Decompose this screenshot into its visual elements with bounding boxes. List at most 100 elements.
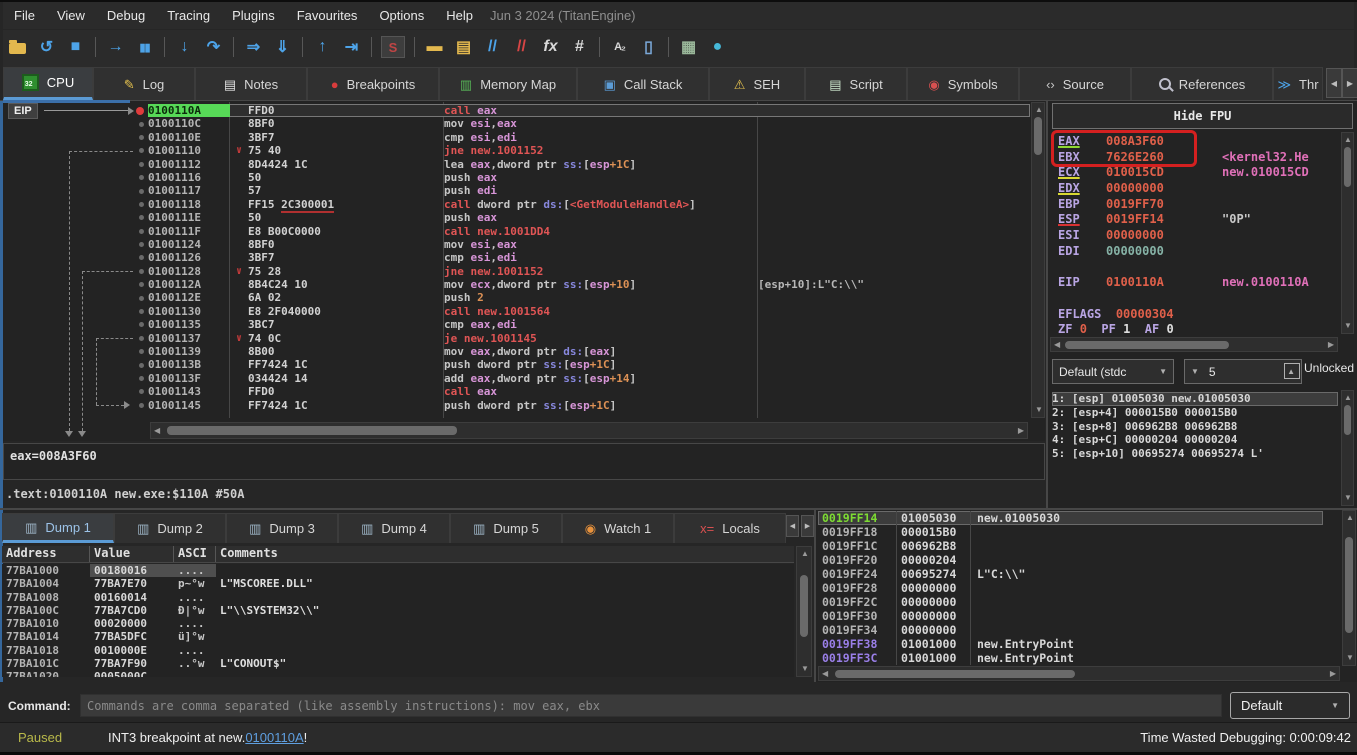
run-icon[interactable]: →	[101, 34, 130, 60]
breakpoint-dot[interactable]	[136, 107, 144, 115]
disasm-row[interactable]: 010011128D4424 1Clea eax,dword ptr ss:[e…	[3, 158, 1030, 171]
instruction-dot[interactable]	[139, 202, 144, 207]
register-row[interactable]: EDI00000000	[1058, 244, 1338, 260]
register-row[interactable]: EFLAGS 00000304	[1058, 307, 1338, 323]
instruction-dot[interactable]	[139, 376, 144, 381]
open-file-icon[interactable]	[3, 34, 32, 60]
tab-dump-3[interactable]: ▥Dump 3	[226, 513, 338, 543]
disasm-row[interactable]: 0100110E3BF7cmp esi,edi	[3, 131, 1030, 144]
menu-favourites[interactable]: Favourites	[286, 2, 369, 29]
restart-icon[interactable]: ↺	[32, 34, 61, 60]
animate-over-icon[interactable]: ⇓	[268, 34, 297, 60]
argument-row[interactable]: 4: [esp+C] 00000204 00000204	[1052, 433, 1338, 447]
stack-vertical-scrollbar[interactable]: ▲ ▼	[1342, 510, 1356, 666]
disasm-row[interactable]: 010011398B00mov eax,dword ptr ds:[eax]	[3, 345, 1030, 358]
column-header-comments[interactable]: Comments	[216, 546, 794, 562]
disasm-row[interactable]: 010011248BF0mov esi,eax	[3, 238, 1030, 251]
tab-dump-5[interactable]: ▥Dump 5	[450, 513, 562, 543]
stack-row[interactable]: 0019FF1C006962B8	[818, 539, 1323, 553]
dump-row[interactable]: 77BA101C77BA7F90..°wL"CONOUT$"	[2, 657, 794, 670]
instruction-dot[interactable]	[139, 122, 144, 127]
register-row[interactable]: ESP0019FF14"0P"	[1058, 212, 1338, 228]
stack-horizontal-scrollbar[interactable]: ◀ ▶	[818, 666, 1340, 681]
argument-row[interactable]: 2: [esp+4] 000015B0 000015B0	[1052, 406, 1338, 420]
instruction-dot[interactable]	[139, 296, 144, 301]
stack-row[interactable]: 0019FF3C01001000new.EntryPoint	[818, 651, 1323, 665]
unlocked-checkbox[interactable]	[1284, 363, 1300, 379]
instruction-dot[interactable]	[139, 309, 144, 314]
run-to-user-code-icon[interactable]: ⇥	[337, 34, 366, 60]
menu-file[interactable]: File	[3, 2, 46, 29]
stack-row[interactable]: 0019FF2000000204	[818, 553, 1323, 567]
disasm-row[interactable]: 0100110C8BF0mov esi,eax	[3, 117, 1030, 130]
tab-symbols[interactable]: ◉Symbols	[907, 67, 1019, 100]
disasm-row[interactable]: 01001118FF15 2C300001call dword ptr ds:[…	[3, 198, 1030, 211]
dump-row[interactable]: 77BA10180010000E....	[2, 644, 794, 657]
dump-vertical-scrollbar[interactable]: ▲ ▼	[796, 546, 812, 677]
tab-references[interactable]: References	[1131, 67, 1273, 100]
stack-row[interactable]: 0019FF2800000000	[818, 581, 1323, 595]
menu-plugins[interactable]: Plugins	[221, 2, 286, 29]
disasm-row[interactable]: 0100111E50push eax	[3, 211, 1030, 224]
instruction-dot[interactable]	[139, 189, 144, 194]
disasm-row[interactable]: 01001128∨75 28jne new.1001152	[3, 265, 1030, 278]
breakpoint-address-link[interactable]: 0100110A	[245, 730, 303, 745]
instruction-dot[interactable]	[139, 135, 144, 140]
column-header-value[interactable]: Value	[90, 546, 174, 562]
dump-row[interactable]: 77BA100477BA7E70p~°wL"MSCOREE.DLL"	[2, 577, 794, 590]
disasm-row[interactable]: 010011263BF7cmp esi,edi	[3, 251, 1030, 264]
disasm-row[interactable]: 0100111757push edi	[3, 184, 1030, 197]
tab-seh[interactable]: ⚠SEH	[709, 67, 805, 100]
menu-debug[interactable]: Debug	[96, 2, 156, 29]
tab-breakpoints[interactable]: ●Breakpoints	[307, 67, 439, 100]
stop-icon[interactable]: ■	[61, 34, 90, 60]
step-into-icon[interactable]: ↓	[170, 34, 199, 60]
menu-tracing[interactable]: Tracing	[156, 2, 221, 29]
disasm-row[interactable]: 0100113F034424 14add eax,dword ptr ss:[e…	[3, 372, 1030, 385]
instruction-dot[interactable]	[139, 389, 144, 394]
dump-row[interactable]: 77BA10200005000C	[2, 670, 794, 677]
command-input[interactable]	[80, 694, 1222, 717]
stack-row[interactable]: 0019FF2400695274L"C:\\"	[818, 567, 1323, 581]
tab-cpu[interactable]: CPU	[3, 67, 93, 100]
instruction-dot[interactable]	[139, 349, 144, 354]
stack-row[interactable]: 0019FF2C00000000	[818, 595, 1323, 609]
bookmarks-icon[interactable]: //	[507, 34, 536, 60]
stack-row[interactable]: 0019FF3801001000new.EntryPoint	[818, 637, 1323, 651]
tab-call-stack[interactable]: ▣Call Stack	[577, 67, 709, 100]
animate-into-icon[interactable]: ⇒	[239, 34, 268, 60]
function-icon[interactable]: fx	[536, 34, 565, 60]
disasm-row[interactable]: 0100112E6A 02push 2	[3, 291, 1030, 304]
tab-dump-1[interactable]: ▥Dump 1	[2, 513, 114, 543]
hide-fpu-button[interactable]: Hide FPU	[1052, 103, 1353, 129]
argument-row[interactable]: 5: [esp+10] 00695274 00695274 L'	[1052, 447, 1338, 461]
disasm-row[interactable]: 0100111FE8 B00C0000call new.1001DD4	[3, 225, 1030, 238]
tab-script[interactable]: ▤Script	[805, 67, 907, 100]
disassembly-vertical-scrollbar[interactable]: ▲ ▼	[1031, 102, 1045, 418]
labels-icon[interactable]: //	[478, 34, 507, 60]
dump-row[interactable]: 77BA100C77BA7CD0Ð|°wL"\\SYSTEM32\\"	[2, 604, 794, 617]
tab-source[interactable]: ‹›Source	[1019, 67, 1131, 100]
instruction-dot[interactable]	[139, 282, 144, 287]
register-row[interactable]: ECX010015CDnew.010015CD	[1058, 165, 1338, 181]
stack-row[interactable]: 0019FF18000015B0	[818, 525, 1323, 539]
register-row[interactable]: ZF 0 PF 1 AF 0	[1058, 322, 1338, 338]
menu-view[interactable]: View	[46, 2, 96, 29]
column-header-address[interactable]: Address	[2, 546, 90, 562]
argument-row[interactable]: 3: [esp+8] 006962B8 006962B8	[1052, 420, 1338, 434]
disasm-row[interactable]: 0100113BFF7424 1Cpush dword ptr ss:[esp+…	[3, 358, 1030, 371]
dump-tab-scroll-right-button[interactable]: ▶	[801, 515, 814, 537]
tab-watch-1[interactable]: ◉Watch 1	[562, 513, 674, 543]
disassembly-horizontal-scrollbar[interactable]: ◀ ▶	[150, 422, 1028, 439]
menu-help[interactable]: Help	[435, 2, 484, 29]
tab-dump-4[interactable]: ▥Dump 4	[338, 513, 450, 543]
instruction-dot[interactable]	[139, 363, 144, 368]
globe-icon[interactable]: ●	[703, 34, 732, 60]
menu-options[interactable]: Options	[368, 2, 435, 29]
disasm-row[interactable]: 01001110∨75 40jne new.1001152	[3, 144, 1030, 157]
register-row[interactable]: EBP0019FF70	[1058, 197, 1338, 213]
skip-next-icon[interactable]: S	[381, 36, 405, 58]
instruction-dot[interactable]	[139, 148, 144, 153]
instruction-dot[interactable]	[139, 403, 144, 408]
column-header-asci[interactable]: ASCI	[174, 546, 216, 562]
